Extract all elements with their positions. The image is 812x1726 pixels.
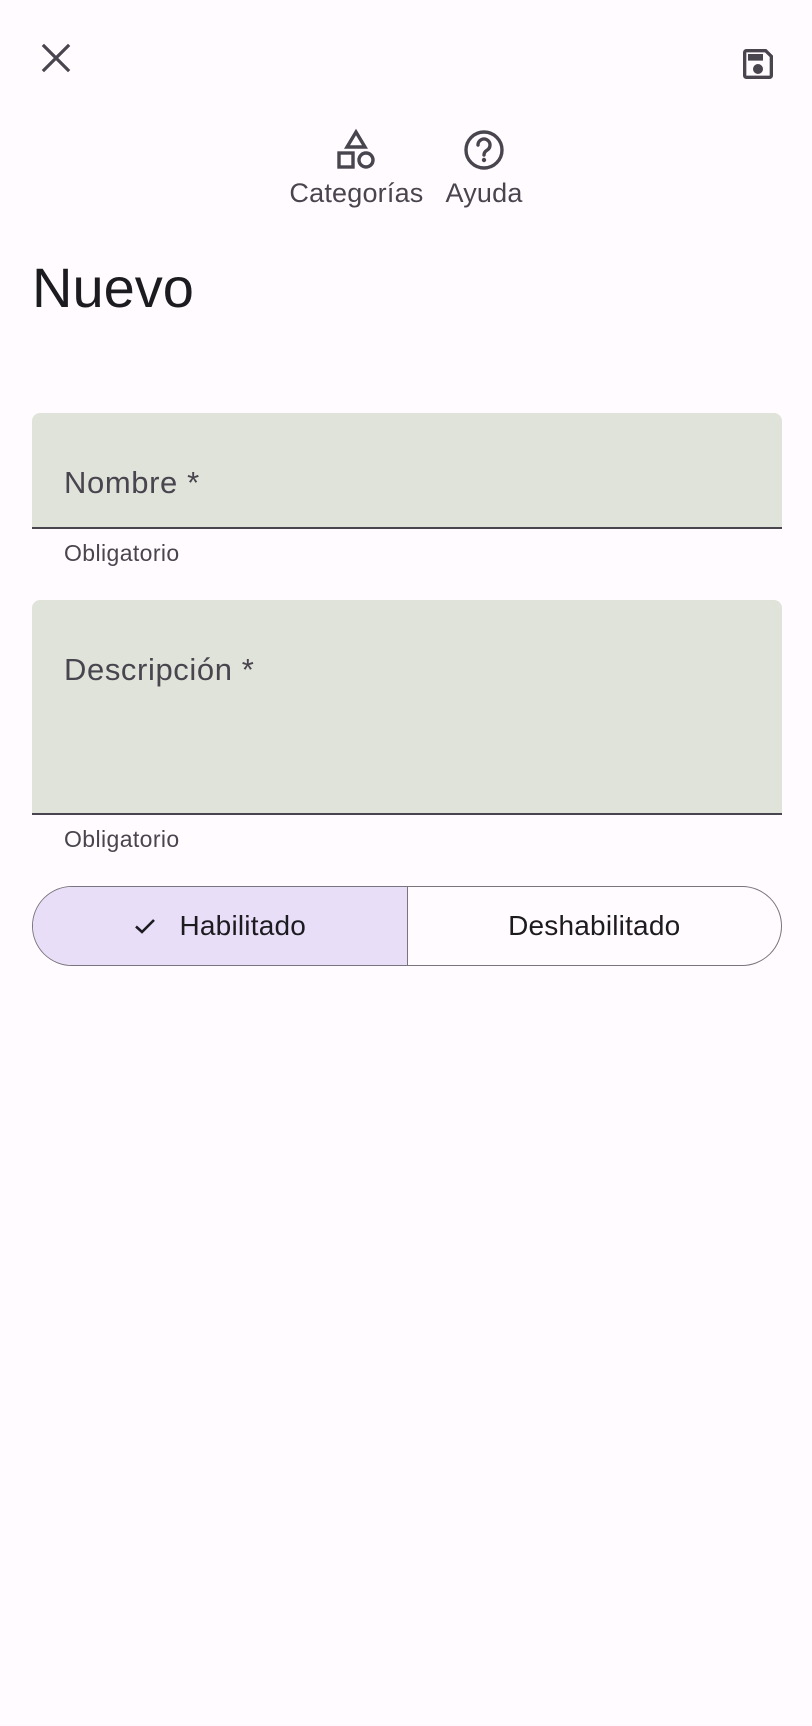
description-field[interactable]: Descripción * <box>32 600 782 815</box>
segment-disabled-label: Deshabilitado <box>508 910 681 941</box>
help-action[interactable]: Ayuda <box>446 128 523 209</box>
categories-action[interactable]: Categorías <box>289 128 423 209</box>
page-title: Nuevo <box>32 256 194 319</box>
close-icon <box>41 43 71 73</box>
description-field-label: Descripción * <box>64 652 255 687</box>
description-field-helper: Obligatorio <box>64 826 180 852</box>
help-icon <box>464 130 504 170</box>
name-field-helper: Obligatorio <box>64 540 180 566</box>
check-icon <box>133 914 157 938</box>
segment-enabled-label: Habilitado <box>179 910 307 941</box>
name-field-label: Nombre * <box>64 465 200 500</box>
save-icon <box>743 49 773 79</box>
segment-disabled[interactable]: Deshabilitado <box>408 887 782 965</box>
nav-actions: Categorías Ayuda <box>0 128 812 209</box>
categories-label: Categorías <box>289 178 424 208</box>
save-button[interactable] <box>722 28 794 100</box>
name-field[interactable]: Nombre * <box>32 413 782 529</box>
help-label: Ayuda <box>445 178 523 208</box>
status-segmented-button: Habilitado Deshabilitado <box>32 886 782 966</box>
segment-enabled[interactable]: Habilitado <box>33 887 408 965</box>
top-app-bar <box>0 0 812 120</box>
categories-icon <box>337 128 376 169</box>
close-button[interactable] <box>20 22 92 94</box>
